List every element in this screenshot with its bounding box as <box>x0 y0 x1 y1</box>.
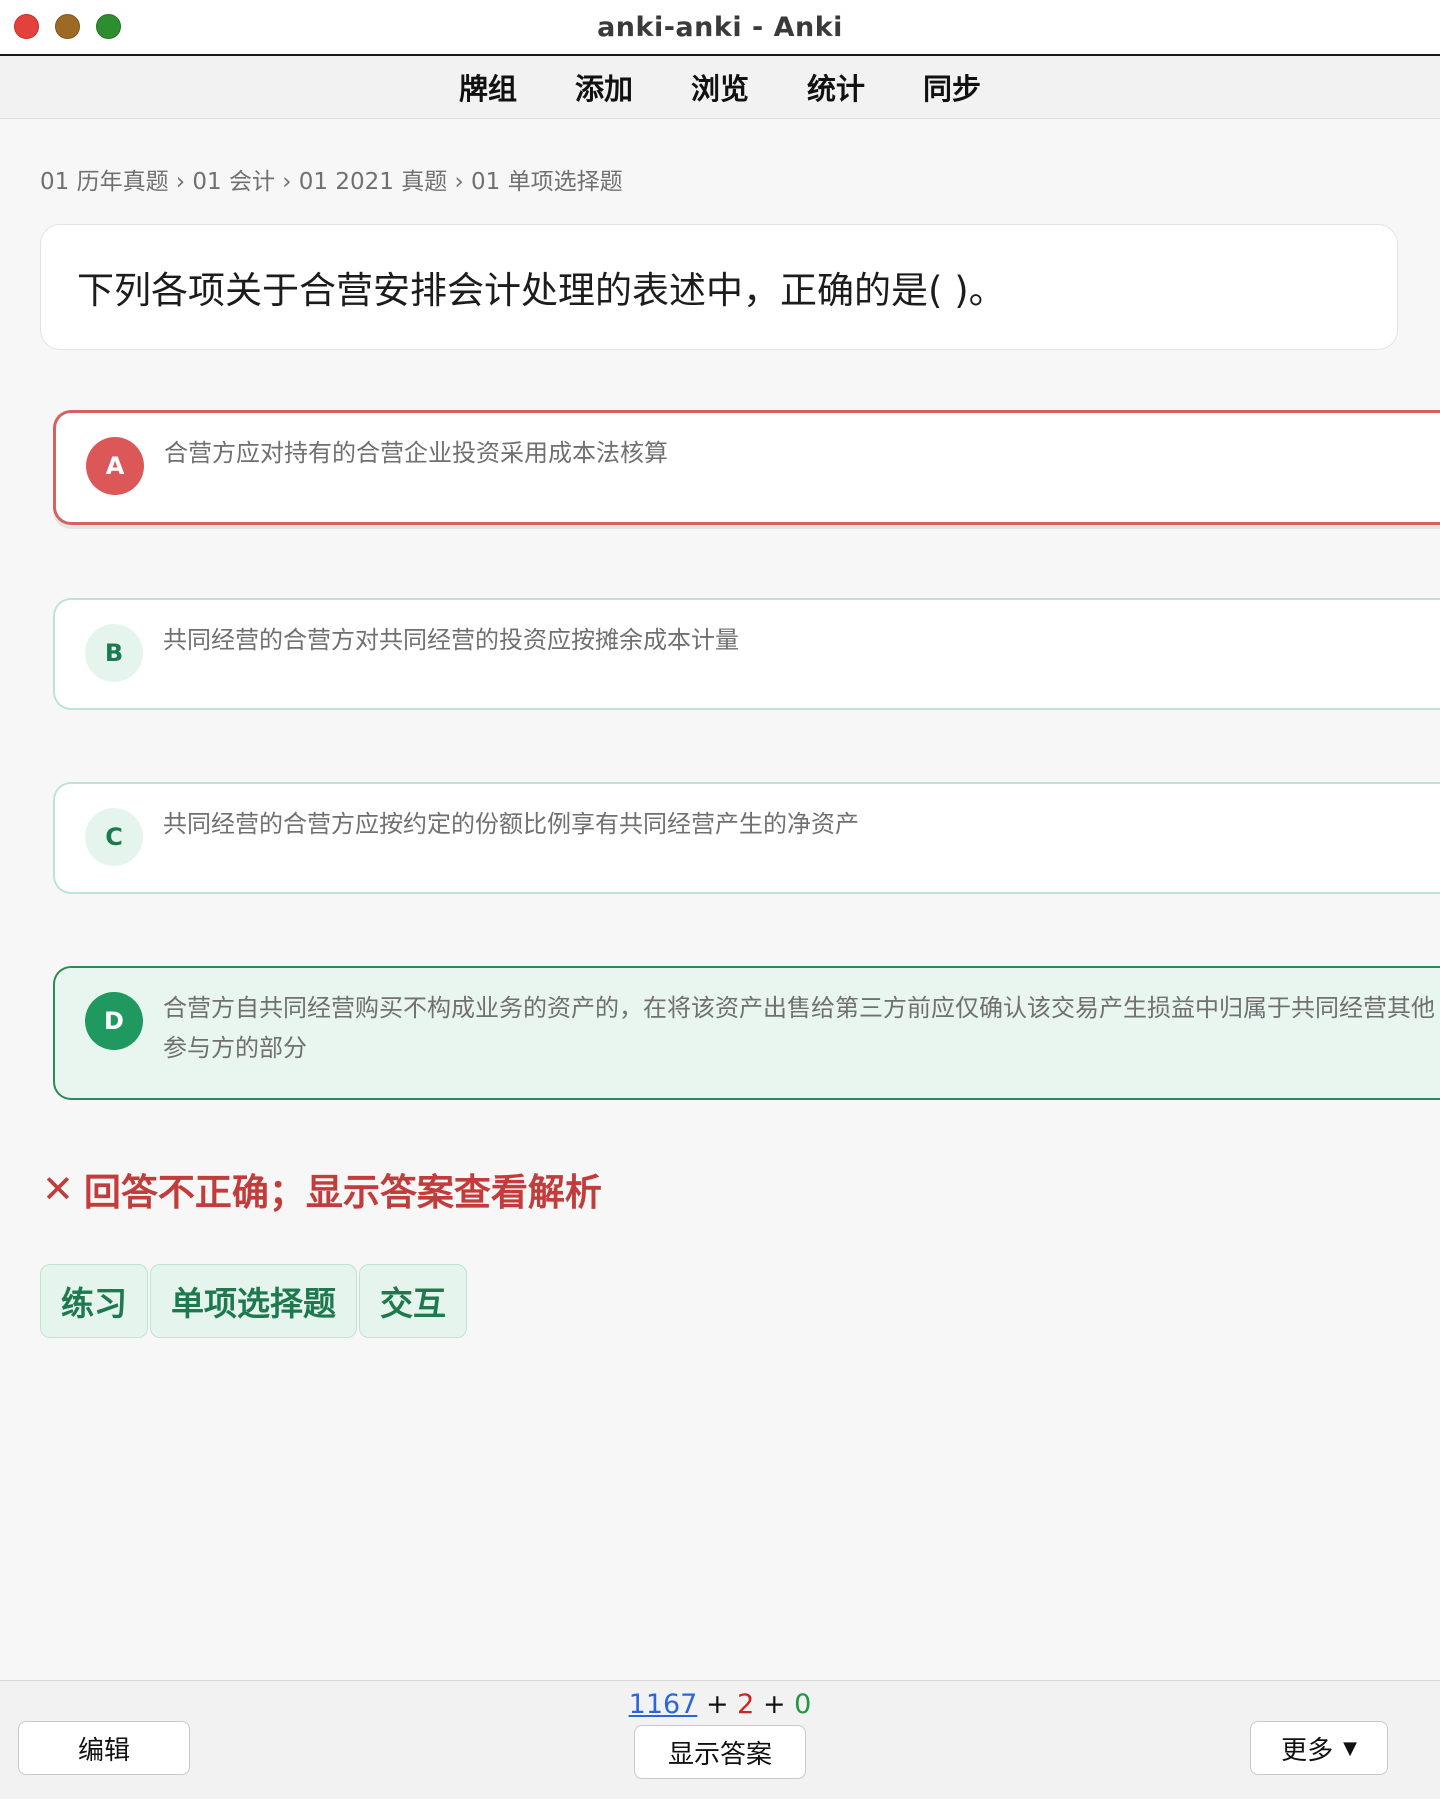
option-c[interactable]: C 共同经营的合营方应按约定的份额比例享有共同经营产生的净资产 <box>53 782 1440 894</box>
result-text: 回答不正确；显示答案查看解析 <box>83 1171 602 1214</box>
deck-breadcrumb: 01 历年真题 › 01 会计 › 01 2021 真题 › 01 单项选择题 <box>40 169 623 195</box>
count-learn: 2 <box>737 1689 755 1720</box>
edit-button[interactable]: 编辑 <box>18 1721 190 1775</box>
option-b-badge: B <box>85 624 143 682</box>
close-button[interactable] <box>14 14 39 39</box>
nav-decks[interactable]: 牌组 <box>459 66 517 108</box>
tag-single-choice[interactable]: 单项选择题 <box>150 1264 357 1338</box>
nav-stats[interactable]: 统计 <box>807 66 865 108</box>
option-b-text: 共同经营的合营方对共同经营的投资应按摊余成本计量 <box>163 626 739 654</box>
show-answer-button[interactable]: 显示答案 <box>634 1725 806 1779</box>
count-new[interactable]: 1167 <box>629 1689 698 1720</box>
anki-window: anki-anki - Anki 牌组 添加 浏览 统计 同步 01 历年真题 … <box>0 0 1440 1799</box>
option-d-text: 合营方自共同经营购买不构成业务的资产的，在将该资产出售给第三方前应仅确认该交易产… <box>163 994 1435 1062</box>
option-a-text: 合营方应对持有的合营企业投资采用成本法核算 <box>164 439 668 467</box>
card-tags: 练习 单项选择题 交互 <box>40 1264 467 1338</box>
minimize-button[interactable] <box>55 14 80 39</box>
nav-sync[interactable]: 同步 <box>923 66 981 108</box>
question-card: 下列各项关于合营安排会计处理的表述中，正确的是( )。 <box>40 224 1398 350</box>
count-separator: + <box>762 1689 786 1720</box>
edit-label: 编辑 <box>77 1735 130 1766</box>
due-counts: 1167 + 2 + 0 <box>0 1689 1440 1720</box>
more-label: 更多 <box>1281 1735 1334 1766</box>
nav-add[interactable]: 添加 <box>575 66 633 108</box>
bottom-bar: 1167 + 2 + 0 编辑 显示答案 更多 ▼ <box>0 1680 1440 1799</box>
option-a-badge: A <box>86 437 144 495</box>
zoom-button[interactable] <box>96 14 121 39</box>
cross-icon: ✕ <box>42 1167 74 1211</box>
option-d[interactable]: D 合营方自共同经营购买不构成业务的资产的，在将该资产出售给第三方前应仅确认该交… <box>53 966 1440 1100</box>
option-c-text: 共同经营的合营方应按约定的份额比例享有共同经营产生的净资产 <box>163 810 859 838</box>
question-text: 下列各项关于合营安排会计处理的表述中，正确的是( )。 <box>77 269 1006 312</box>
nav-browse[interactable]: 浏览 <box>691 66 749 108</box>
top-nav: 牌组 添加 浏览 统计 同步 <box>0 56 1440 119</box>
count-separator: + <box>705 1689 729 1720</box>
tag-interactive[interactable]: 交互 <box>359 1264 467 1338</box>
show-answer-label: 显示答案 <box>667 1739 772 1770</box>
tag-practice[interactable]: 练习 <box>40 1264 148 1338</box>
window-title: anki-anki - Anki <box>597 11 843 43</box>
chevron-down-icon: ▼ <box>1343 1737 1357 1759</box>
option-a[interactable]: A 合营方应对持有的合营企业投资采用成本法核算 <box>53 410 1440 525</box>
title-bar: anki-anki - Anki <box>0 0 1440 56</box>
count-review: 0 <box>794 1689 812 1720</box>
answer-result: ✕ 回答不正确；显示答案查看解析 <box>42 1162 602 1216</box>
window-controls <box>14 14 121 39</box>
more-button[interactable]: 更多 ▼ <box>1250 1721 1388 1775</box>
option-d-badge: D <box>85 992 143 1050</box>
option-c-badge: C <box>85 808 143 866</box>
option-b[interactable]: B 共同经营的合营方对共同经营的投资应按摊余成本计量 <box>53 598 1440 710</box>
